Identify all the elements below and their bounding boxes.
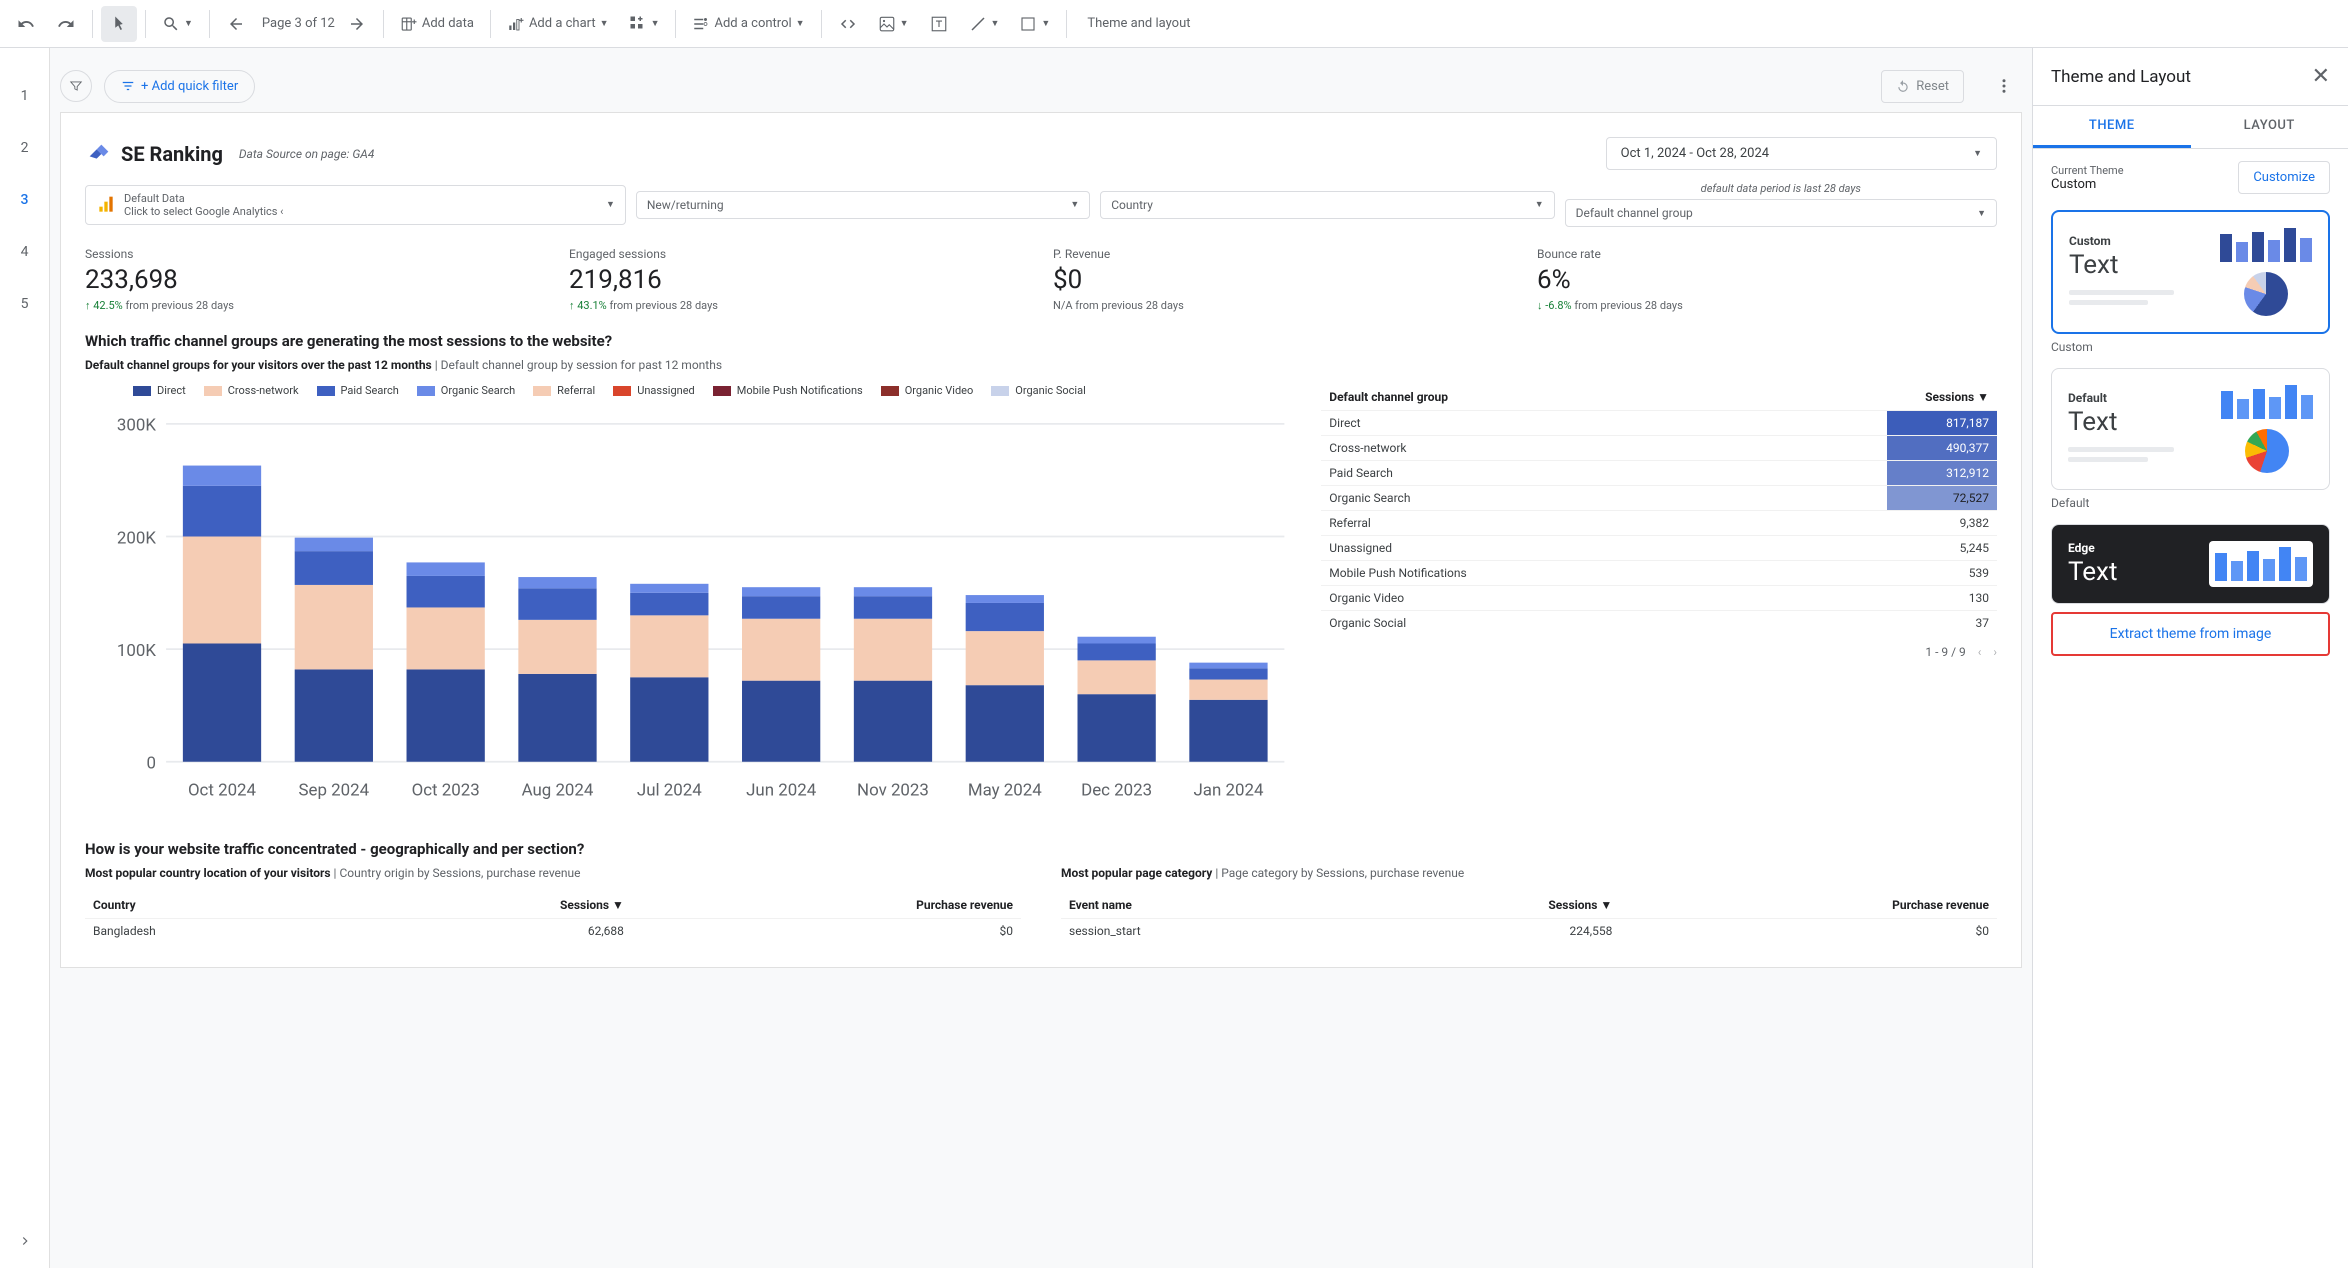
text-button[interactable] bbox=[921, 6, 957, 42]
legend-item: Direct bbox=[133, 384, 186, 397]
next-page[interactable] bbox=[339, 6, 375, 42]
theme-card-custom[interactable]: Custom Text bbox=[2051, 210, 2330, 334]
legend-item: Organic Video bbox=[881, 384, 974, 397]
kpi-card: Sessions233,698↑ 42.5% from previous 28 … bbox=[85, 247, 545, 312]
svg-text:200K: 200K bbox=[117, 528, 156, 548]
toolbar: ▼ Page 3 of 12 Add data Add a chart▼ ▼ A… bbox=[0, 0, 2348, 48]
theme-card-edge[interactable]: Edge Text bbox=[2051, 524, 2330, 604]
page-num-2[interactable]: 2 bbox=[21, 140, 29, 156]
svg-text:300K: 300K bbox=[117, 416, 156, 436]
table-row[interactable]: Bangladesh62,688$0 bbox=[85, 919, 1021, 944]
svg-text:100K: 100K bbox=[117, 641, 156, 661]
page-num-3[interactable]: 3 bbox=[21, 192, 29, 208]
kpi-card: Engaged sessions219,816↑ 43.1% from prev… bbox=[569, 247, 1029, 312]
page-num-1[interactable]: 1 bbox=[21, 88, 29, 104]
canvas: + Add quick filter Reset SE Ranking Data… bbox=[50, 48, 2032, 1268]
datasource-selector[interactable]: Default DataClick to select Google Analy… bbox=[85, 185, 626, 225]
date-range-picker[interactable]: Oct 1, 2024 - Oct 28, 2024▼ bbox=[1606, 137, 1997, 170]
brand-logo: SE Ranking bbox=[85, 140, 223, 168]
report-canvas: SE Ranking Data Source on page: GA4 Oct … bbox=[60, 112, 2022, 968]
table-row[interactable]: Cross-network490,377 bbox=[1321, 436, 1997, 461]
legend-item: Unassigned bbox=[613, 384, 695, 397]
table-row[interactable]: Direct817,187 bbox=[1321, 411, 1997, 436]
legend-item: Referral bbox=[533, 384, 595, 397]
table-row[interactable]: Mobile Push Notifications539 bbox=[1321, 561, 1997, 586]
svg-text:Dec 2023: Dec 2023 bbox=[1081, 781, 1152, 801]
table-row[interactable]: Organic Video130 bbox=[1321, 586, 1997, 611]
section-title-q2: How is your website traffic concentrated… bbox=[85, 840, 1997, 858]
table-row[interactable]: Organic Social37 bbox=[1321, 611, 1997, 636]
legend-item: Paid Search bbox=[317, 384, 399, 397]
line-button[interactable]: ▼ bbox=[961, 6, 1008, 42]
kpi-card: P. Revenue$0N/A from previous 28 days bbox=[1053, 247, 1513, 312]
svg-text:0: 0 bbox=[146, 754, 155, 774]
new-returning-filter[interactable]: New/returning▼ bbox=[636, 191, 1090, 219]
close-panel[interactable]: ✕ bbox=[2312, 64, 2330, 89]
channel-table: Default channel groupSessions ▼ Direct81… bbox=[1321, 384, 1997, 816]
legend-item: Cross-network bbox=[204, 384, 299, 397]
channel-group-filter[interactable]: Default channel group▼ bbox=[1565, 199, 1997, 227]
table-row[interactable]: Referral9,382 bbox=[1321, 511, 1997, 536]
country-table: CountrySessions ▼Purchase revenue Bangla… bbox=[85, 892, 1021, 943]
table-prev[interactable]: ‹ bbox=[1978, 645, 1982, 659]
more-menu[interactable] bbox=[1986, 68, 2022, 104]
kpi-card: Bounce rate6%↓ -6.8% from previous 28 da… bbox=[1537, 247, 1997, 312]
svg-text:Jul 2024: Jul 2024 bbox=[637, 781, 702, 801]
theme-layout-panel: Theme and Layout ✕ THEME LAYOUT Current … bbox=[2032, 48, 2348, 1268]
gutter-expand[interactable] bbox=[18, 1234, 32, 1252]
page-table: Event nameSessions ▼Purchase revenue ses… bbox=[1061, 892, 1997, 943]
redo-button[interactable] bbox=[48, 6, 84, 42]
stacked-bar-chart: Direct Cross-network Paid Search Organic Se… bbox=[85, 384, 1301, 816]
zoom-tool[interactable]: ▼ bbox=[154, 6, 201, 42]
add-data-button[interactable]: Add data bbox=[392, 6, 482, 42]
country-filter[interactable]: Country▼ bbox=[1100, 191, 1554, 219]
table-row[interactable]: Paid Search312,912 bbox=[1321, 461, 1997, 486]
shape-button[interactable]: ▼ bbox=[1011, 6, 1058, 42]
add-control-button[interactable]: Add a control▼ bbox=[684, 6, 812, 42]
legend-item: Mobile Push Notifications bbox=[713, 384, 863, 397]
panel-title: Theme and Layout bbox=[2051, 67, 2191, 87]
theme-card-default[interactable]: Default Text bbox=[2051, 368, 2330, 490]
svg-text:Oct 2023: Oct 2023 bbox=[412, 781, 480, 801]
filter-icon-button[interactable] bbox=[60, 70, 92, 102]
undo-button[interactable] bbox=[8, 6, 44, 42]
svg-text:Nov 2023: Nov 2023 bbox=[857, 781, 929, 801]
page-gutter: 1 2 3 4 5 bbox=[0, 48, 50, 1268]
table-pagination-text: 1 - 9 / 9 bbox=[1925, 645, 1965, 659]
svg-text:May 2024: May 2024 bbox=[968, 781, 1042, 801]
table-row[interactable]: Organic Search72,527 bbox=[1321, 486, 1997, 511]
svg-text:Aug 2024: Aug 2024 bbox=[522, 781, 594, 801]
customize-button[interactable]: Customize bbox=[2238, 161, 2330, 194]
add-chart-button[interactable]: Add a chart▼ bbox=[499, 6, 617, 42]
reset-button[interactable]: Reset bbox=[1881, 70, 1964, 103]
extract-theme-button[interactable]: Extract theme from image bbox=[2051, 612, 2330, 656]
table-row[interactable]: session_start224,558$0 bbox=[1061, 919, 1997, 944]
theme-layout-button[interactable]: Theme and layout bbox=[1075, 6, 1198, 42]
add-quick-filter-button[interactable]: + Add quick filter bbox=[104, 70, 255, 103]
page-num-4[interactable]: 4 bbox=[21, 244, 29, 260]
table-next[interactable]: › bbox=[1993, 645, 1997, 659]
svg-text:Jan 2024: Jan 2024 bbox=[1193, 781, 1263, 801]
section-sub-q1: Default channel groups for your visitors… bbox=[85, 358, 1997, 372]
theme-tab[interactable]: THEME bbox=[2033, 106, 2191, 148]
page-indicator[interactable]: Page 3 of 12 bbox=[262, 16, 335, 31]
page-num-5[interactable]: 5 bbox=[21, 296, 29, 312]
svg-text:Oct 2024: Oct 2024 bbox=[188, 781, 257, 801]
section-title-q1: Which traffic channel groups are generat… bbox=[85, 332, 1997, 350]
embed-button[interactable] bbox=[830, 6, 866, 42]
legend-item: Organic Search bbox=[417, 384, 515, 397]
period-note: default data period is last 28 days bbox=[1565, 182, 1997, 195]
layout-tab[interactable]: LAYOUT bbox=[2191, 106, 2348, 148]
image-button[interactable]: ▼ bbox=[870, 6, 917, 42]
community-viz-button[interactable]: ▼ bbox=[621, 6, 668, 42]
table-row[interactable]: Unassigned5,245 bbox=[1321, 536, 1997, 561]
data-source-label: Data Source on page: GA4 bbox=[239, 147, 375, 161]
legend-item: Organic Social bbox=[991, 384, 1086, 397]
svg-text:Jun 2024: Jun 2024 bbox=[746, 781, 817, 801]
svg-text:Sep 2024: Sep 2024 bbox=[299, 781, 370, 801]
prev-page[interactable] bbox=[218, 6, 254, 42]
select-tool[interactable] bbox=[101, 6, 137, 42]
